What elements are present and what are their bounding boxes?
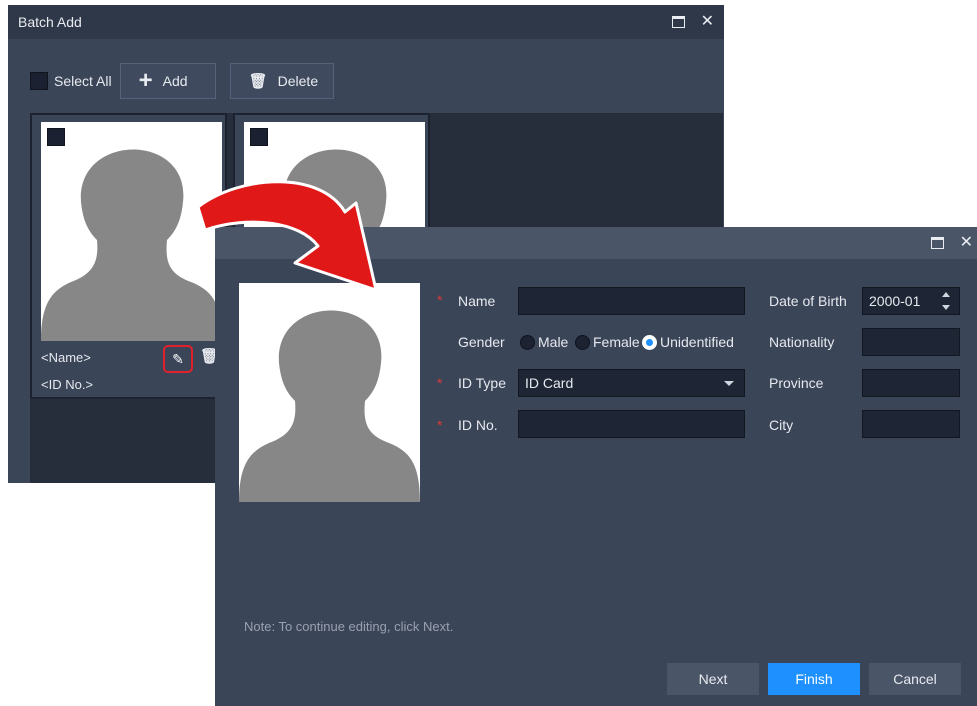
next-button[interactable]: Next (667, 663, 759, 695)
trash-icon: 🗑 (248, 73, 268, 90)
dob-label: Date of Birth (769, 293, 847, 309)
nationality-input[interactable] (862, 328, 960, 356)
dob-value: 2000-01 (869, 293, 921, 309)
gender-unidentified-radio[interactable] (642, 335, 657, 350)
cancel-button[interactable]: Cancel (869, 663, 961, 695)
required-marker: * (437, 417, 443, 433)
card-id-no: <ID No.> (41, 377, 94, 392)
plus-icon: + (138, 67, 153, 94)
required-marker: * (437, 375, 443, 391)
city-label: City (769, 417, 794, 433)
person-photo (41, 122, 222, 341)
maximize-icon[interactable] (930, 237, 944, 249)
chevron-down-icon (724, 381, 734, 386)
dialog-titlebar: ✕ (215, 227, 977, 259)
id-type-select[interactable]: ID Card (518, 369, 745, 397)
dob-spinbox[interactable]: 2000-01 (862, 287, 960, 315)
person-photo (239, 283, 420, 502)
card-name: <Name> (41, 350, 91, 365)
gender-unidentified-label: Unidentified (660, 334, 734, 350)
batch-add-titlebar: Batch Add ✕ (8, 5, 724, 39)
add-label: Add (162, 73, 188, 89)
batch-toolbar: Select All + Add 🗑 Delete (30, 63, 334, 99)
name-label: Name (458, 293, 496, 309)
required-marker: * (437, 292, 443, 308)
spin-down-icon[interactable] (942, 305, 950, 310)
card-checkbox[interactable] (47, 128, 65, 146)
silhouette-image (239, 310, 420, 502)
gender-male-radio[interactable] (520, 335, 535, 350)
checkbox-box[interactable] (30, 72, 48, 90)
delete-button[interactable]: 🗑 Delete (229, 63, 334, 99)
id-no-label: ID No. (458, 417, 498, 433)
maximize-icon[interactable] (671, 16, 685, 28)
gender-label: Gender (458, 334, 505, 350)
edit-person-dialog: ✕ * Name Gender Male Female Unidentified… (215, 227, 977, 706)
silhouette-image (41, 149, 222, 341)
select-all-checkbox[interactable]: Select All (30, 72, 112, 90)
gender-female-label: Female (593, 334, 640, 350)
window-title: Batch Add (18, 14, 82, 30)
close-icon[interactable]: ✕ (701, 14, 714, 30)
province-label: Province (769, 375, 824, 391)
delete-label: Delete (277, 73, 319, 89)
note-text: Note: To continue editing, click Next. (244, 619, 454, 634)
person-card[interactable]: <Name> <ID No.> ✎ 🗑 (30, 113, 227, 399)
id-no-input[interactable] (518, 410, 745, 438)
nationality-label: Nationality (769, 334, 835, 350)
city-input[interactable] (862, 410, 960, 438)
select-all-label: Select All (54, 73, 112, 89)
name-input[interactable] (518, 287, 745, 315)
gender-male-label: Male (538, 334, 569, 350)
close-icon[interactable]: ✕ (960, 235, 973, 251)
spin-up-icon[interactable] (942, 292, 950, 297)
add-button[interactable]: + Add (119, 63, 216, 99)
card-checkbox[interactable] (250, 128, 268, 146)
finish-button[interactable]: Finish (768, 663, 860, 695)
pencil-icon[interactable]: ✎ (163, 345, 193, 373)
province-input[interactable] (862, 369, 960, 397)
id-type-value: ID Card (525, 375, 574, 391)
id-type-label: ID Type (458, 375, 506, 391)
gender-female-radio[interactable] (575, 335, 590, 350)
